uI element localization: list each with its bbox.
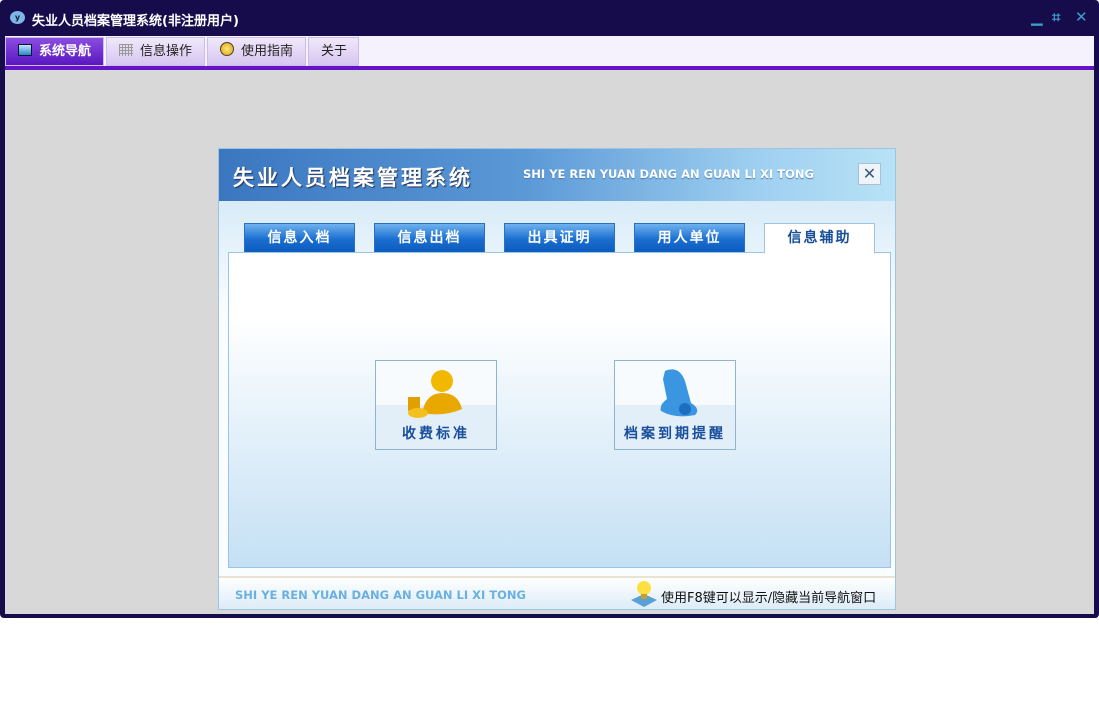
- window-title: 失业人员档案管理系统(非注册用户): [32, 14, 239, 29]
- help-icon: [220, 42, 234, 56]
- close-icon[interactable]: ✕: [1075, 8, 1088, 26]
- bell-icon: [660, 369, 698, 417]
- tab-info-assist[interactable]: 信息辅助: [764, 223, 875, 254]
- dialog-subtitle: SHI YE REN YUAN DANG AN GUAN LI XI TONG: [523, 167, 814, 181]
- restore-icon[interactable]: ⌗: [1052, 8, 1060, 26]
- menu-tab-navigation[interactable]: 系统导航: [5, 37, 104, 66]
- tab-info-in[interactable]: 信息入档: [244, 223, 355, 253]
- expiry-reminder-label: 档案到期提醒: [624, 426, 726, 442]
- grid-icon: [119, 44, 133, 56]
- menu-label: 系统导航: [39, 44, 92, 59]
- menu-tab-info-ops[interactable]: 信息操作: [106, 37, 205, 66]
- lightbulb-icon: [631, 581, 657, 607]
- f8-hint: 使用F8键可以显示/隐藏当前导航窗口: [661, 591, 877, 606]
- minimize-icon[interactable]: ▁: [1031, 8, 1043, 26]
- expiry-reminder-button[interactable]: 档案到期提醒: [614, 360, 736, 450]
- coins-user-icon: [408, 370, 462, 418]
- dialog-close-button[interactable]: ✕: [858, 163, 881, 185]
- app-icon: y: [10, 11, 25, 24]
- tab-employer[interactable]: 用人单位: [634, 223, 745, 253]
- monitor-icon: [18, 44, 32, 56]
- menu-tab-guide[interactable]: 使用指南: [207, 37, 306, 66]
- menu-label: 关于: [321, 44, 348, 59]
- dialog-title: 失业人员档案管理系统: [233, 166, 473, 190]
- title-bar: y 失业人员档案管理系统(非注册用户) ▁ ⌗ ✕: [0, 0, 1099, 36]
- dialog-body: 信息入档 信息出档 出具证明 用人单位 信息辅助 收费标准 档案到期提醒: [219, 201, 895, 576]
- dialog-footer: SHI YE REN YUAN DANG AN GUAN LI XI TONG …: [219, 576, 895, 609]
- menu-bar: 系统导航 信息操作 使用指南 关于: [5, 36, 1094, 66]
- fee-standard-button[interactable]: 收费标准: [375, 360, 497, 450]
- fee-standard-label: 收费标准: [402, 426, 470, 442]
- dialog-header: 失业人员档案管理系统 SHI YE REN YUAN DANG AN GUAN …: [219, 149, 895, 201]
- footer-subtitle: SHI YE REN YUAN DANG AN GUAN LI XI TONG: [235, 588, 526, 602]
- menu-tab-about[interactable]: 关于: [308, 37, 359, 66]
- menu-label: 使用指南: [241, 44, 294, 59]
- tab-panel: 收费标准 档案到期提醒: [228, 252, 891, 568]
- menu-label: 信息操作: [140, 44, 193, 59]
- tab-info-out[interactable]: 信息出档: [374, 223, 485, 253]
- tab-certificate[interactable]: 出具证明: [504, 223, 615, 253]
- navigation-dialog: 失业人员档案管理系统 SHI YE REN YUAN DANG AN GUAN …: [218, 148, 896, 610]
